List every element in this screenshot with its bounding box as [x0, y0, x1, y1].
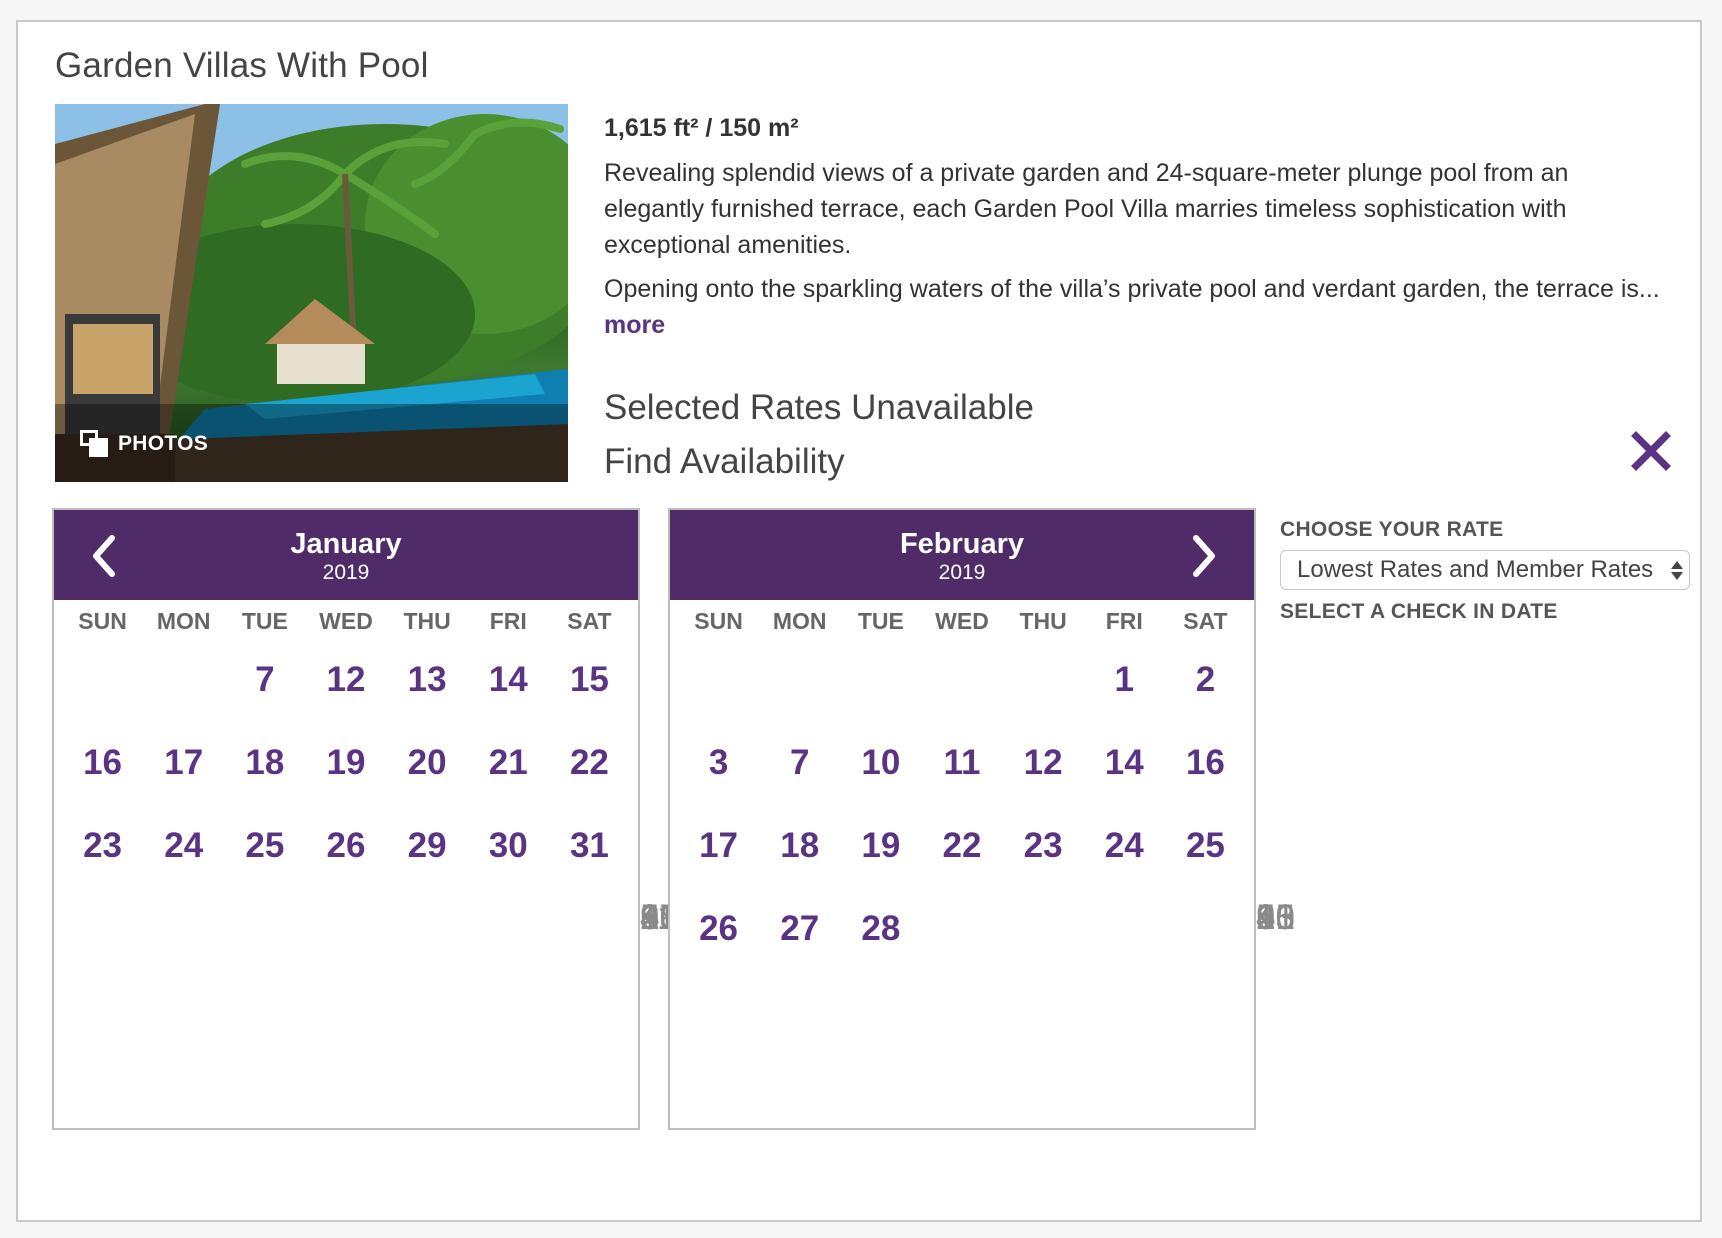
year-label: 2019 — [938, 561, 986, 584]
available-day[interactable]: 16 — [62, 721, 143, 804]
available-day[interactable]: 13 — [387, 638, 468, 721]
available-day[interactable]: 22 — [549, 721, 630, 804]
description-paragraph-1: Revealing splendid views of a private ga… — [604, 159, 1569, 259]
available-day[interactable]: 17 — [678, 804, 759, 887]
gallery-icon — [80, 430, 110, 458]
villa-image — [55, 104, 568, 482]
weekday-tue: TUE — [857, 608, 904, 634]
weekday-wed: WED — [319, 608, 373, 634]
empty-day-cell — [143, 638, 224, 721]
weekday-wed: WED — [935, 608, 989, 634]
available-day[interactable]: 1 — [1084, 638, 1165, 721]
available-day[interactable]: 11 — [921, 721, 1002, 804]
available-day[interactable]: 18 — [224, 721, 305, 804]
empty-day-cell — [678, 638, 759, 721]
room-description: 1,615 ft² / 150 m² Revealing splendid vi… — [604, 114, 1664, 351]
select-arrows-icon — [1665, 560, 1689, 580]
weekday-header: SUN MON TUE WED THU FRI SAT — [54, 604, 638, 638]
available-day[interactable]: 12 — [305, 638, 386, 721]
available-day[interactable]: 30 — [468, 804, 549, 887]
weekday-sun: SUN — [78, 608, 127, 634]
available-day[interactable]: 3 — [678, 721, 759, 804]
find-availability-heading: Find Availability — [604, 442, 845, 481]
weekday-thu: THU — [403, 608, 451, 634]
calendar-header: January 2019 — [54, 510, 638, 600]
select-checkin-label: SELECT A CHECK IN DATE — [1280, 600, 1558, 623]
available-day[interactable]: 7 — [224, 638, 305, 721]
calendar-january: January 2019 SUN MON TUE WED THU FRI SAT… — [52, 508, 679, 1130]
available-day[interactable]: 14 — [468, 638, 549, 721]
available-day[interactable]: 17 — [143, 721, 224, 804]
description-paragraph-2: Opening onto the sparkling waters of the… — [604, 271, 1664, 343]
empty-day-cell — [840, 638, 921, 721]
available-day[interactable]: 24 — [1084, 804, 1165, 887]
description-text-2: Opening onto the sparkling waters of the… — [604, 275, 1660, 303]
chevron-right-icon[interactable] — [1184, 532, 1224, 580]
available-day[interactable]: 18 — [759, 804, 840, 887]
rates-unavailable-heading: Selected Rates Unavailable — [604, 388, 1034, 427]
day-grid: 1 2 3 4 5 6 7 8 9 10 11 12 13 14 15 16 17 18 19 20 21 22 23 24 2… — [54, 638, 679, 937]
more-link[interactable]: more — [604, 311, 665, 339]
empty-day-cell — [759, 638, 840, 721]
available-day[interactable]: 24 — [143, 804, 224, 887]
rate-select[interactable]: Lowest Rates and Member Rates — [1280, 550, 1690, 590]
available-day[interactable]: 19 — [840, 804, 921, 887]
available-day[interactable]: 23 — [1003, 804, 1084, 887]
weekday-fri: FRI — [489, 608, 527, 634]
weekday-fri: FRI — [1105, 608, 1143, 634]
chevron-left-icon[interactable] — [84, 532, 124, 580]
room-photo[interactable]: PHOTOS — [55, 104, 568, 482]
photos-label: PHOTOS — [118, 432, 209, 455]
available-day[interactable]: 26 — [678, 887, 759, 970]
day-grid: 1 2 3 4 5 6 7 8 9 10 11 12 13 14 15 16 17 18 19 20 21 22 23 24 2… — [670, 638, 1295, 970]
available-day[interactable]: 7 — [759, 721, 840, 804]
close-icon[interactable] — [1626, 424, 1676, 474]
month-name: February — [899, 528, 1025, 560]
available-day[interactable]: 15 — [549, 638, 630, 721]
weekday-sun: SUN — [694, 608, 743, 634]
available-day[interactable]: 21 — [468, 721, 549, 804]
available-day[interactable]: 23 — [62, 804, 143, 887]
weekday-sat: SAT — [1183, 608, 1228, 634]
available-day[interactable]: 2 — [1165, 638, 1246, 721]
weekday-mon: MON — [772, 608, 827, 634]
year-label: 2019 — [322, 561, 370, 584]
available-day[interactable]: 26 — [305, 804, 386, 887]
available-day[interactable]: 19 — [305, 721, 386, 804]
available-day[interactable]: 28 — [840, 887, 921, 970]
available-day[interactable]: 31 — [549, 804, 630, 887]
empty-day-cell — [921, 638, 1002, 721]
room-area: 1,615 ft² / 150 m² — [604, 114, 799, 142]
room-title: Garden Villas With Pool — [55, 46, 429, 85]
available-day[interactable]: 10 — [840, 721, 921, 804]
available-day[interactable]: 29 — [387, 804, 468, 887]
calendar-february: February 2019 SUN MON TUE WED THU FRI SA… — [668, 508, 1295, 1130]
choose-rate-label: CHOOSE YOUR RATE — [1280, 518, 1504, 541]
empty-day-cell — [1003, 638, 1084, 721]
month-name: January — [290, 528, 402, 560]
weekday-thu: THU — [1019, 608, 1067, 634]
available-day[interactable]: 27 — [759, 887, 840, 970]
available-day[interactable]: 14 — [1084, 721, 1165, 804]
available-day[interactable]: 16 — [1165, 721, 1246, 804]
weekday-tue: TUE — [241, 608, 288, 634]
room-card: Garden Villas With Pool PHOTOS 1,615 ft²… — [16, 20, 1702, 1222]
available-day[interactable]: 25 — [1165, 804, 1246, 887]
available-day[interactable]: 22 — [921, 804, 1002, 887]
weekday-header: SUN MON TUE WED THU FRI SAT — [670, 604, 1254, 638]
unavailable-day: 21 — [1256, 898, 1295, 937]
empty-day-cell — [62, 638, 143, 721]
available-day[interactable]: 25 — [224, 804, 305, 887]
rate-select-value: Lowest Rates and Member Rates — [1297, 556, 1654, 583]
weekday-sat: SAT — [567, 608, 612, 634]
available-day[interactable]: 12 — [1003, 721, 1084, 804]
calendar-header: February 2019 — [670, 510, 1254, 600]
available-day[interactable]: 20 — [387, 721, 468, 804]
photos-button[interactable]: PHOTOS — [80, 430, 208, 458]
weekday-mon: MON — [156, 608, 211, 634]
